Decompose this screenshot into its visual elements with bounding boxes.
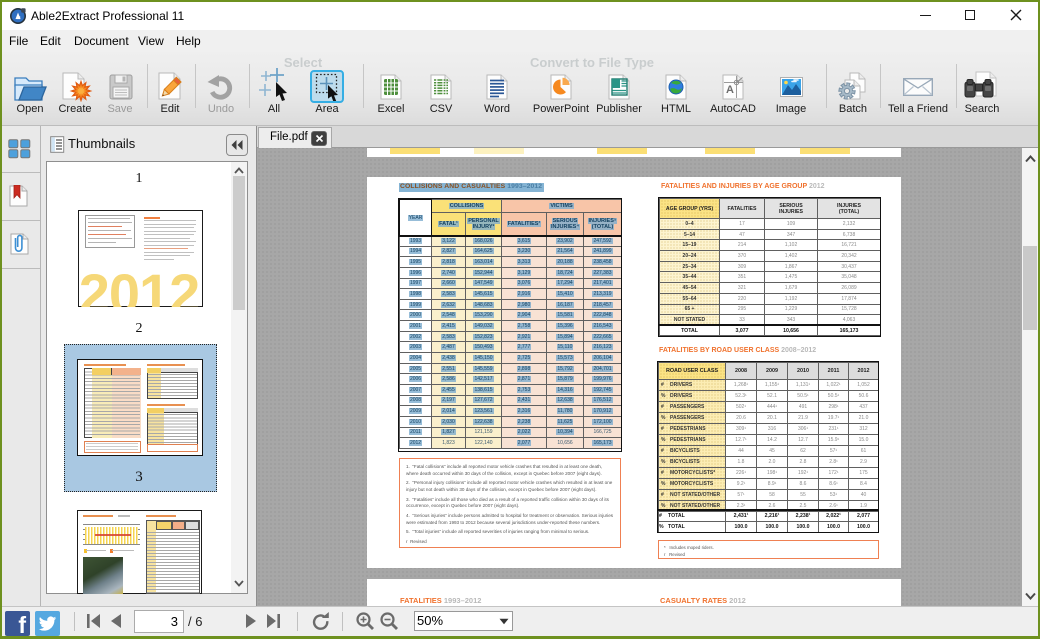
svg-text:A: A xyxy=(726,84,734,96)
